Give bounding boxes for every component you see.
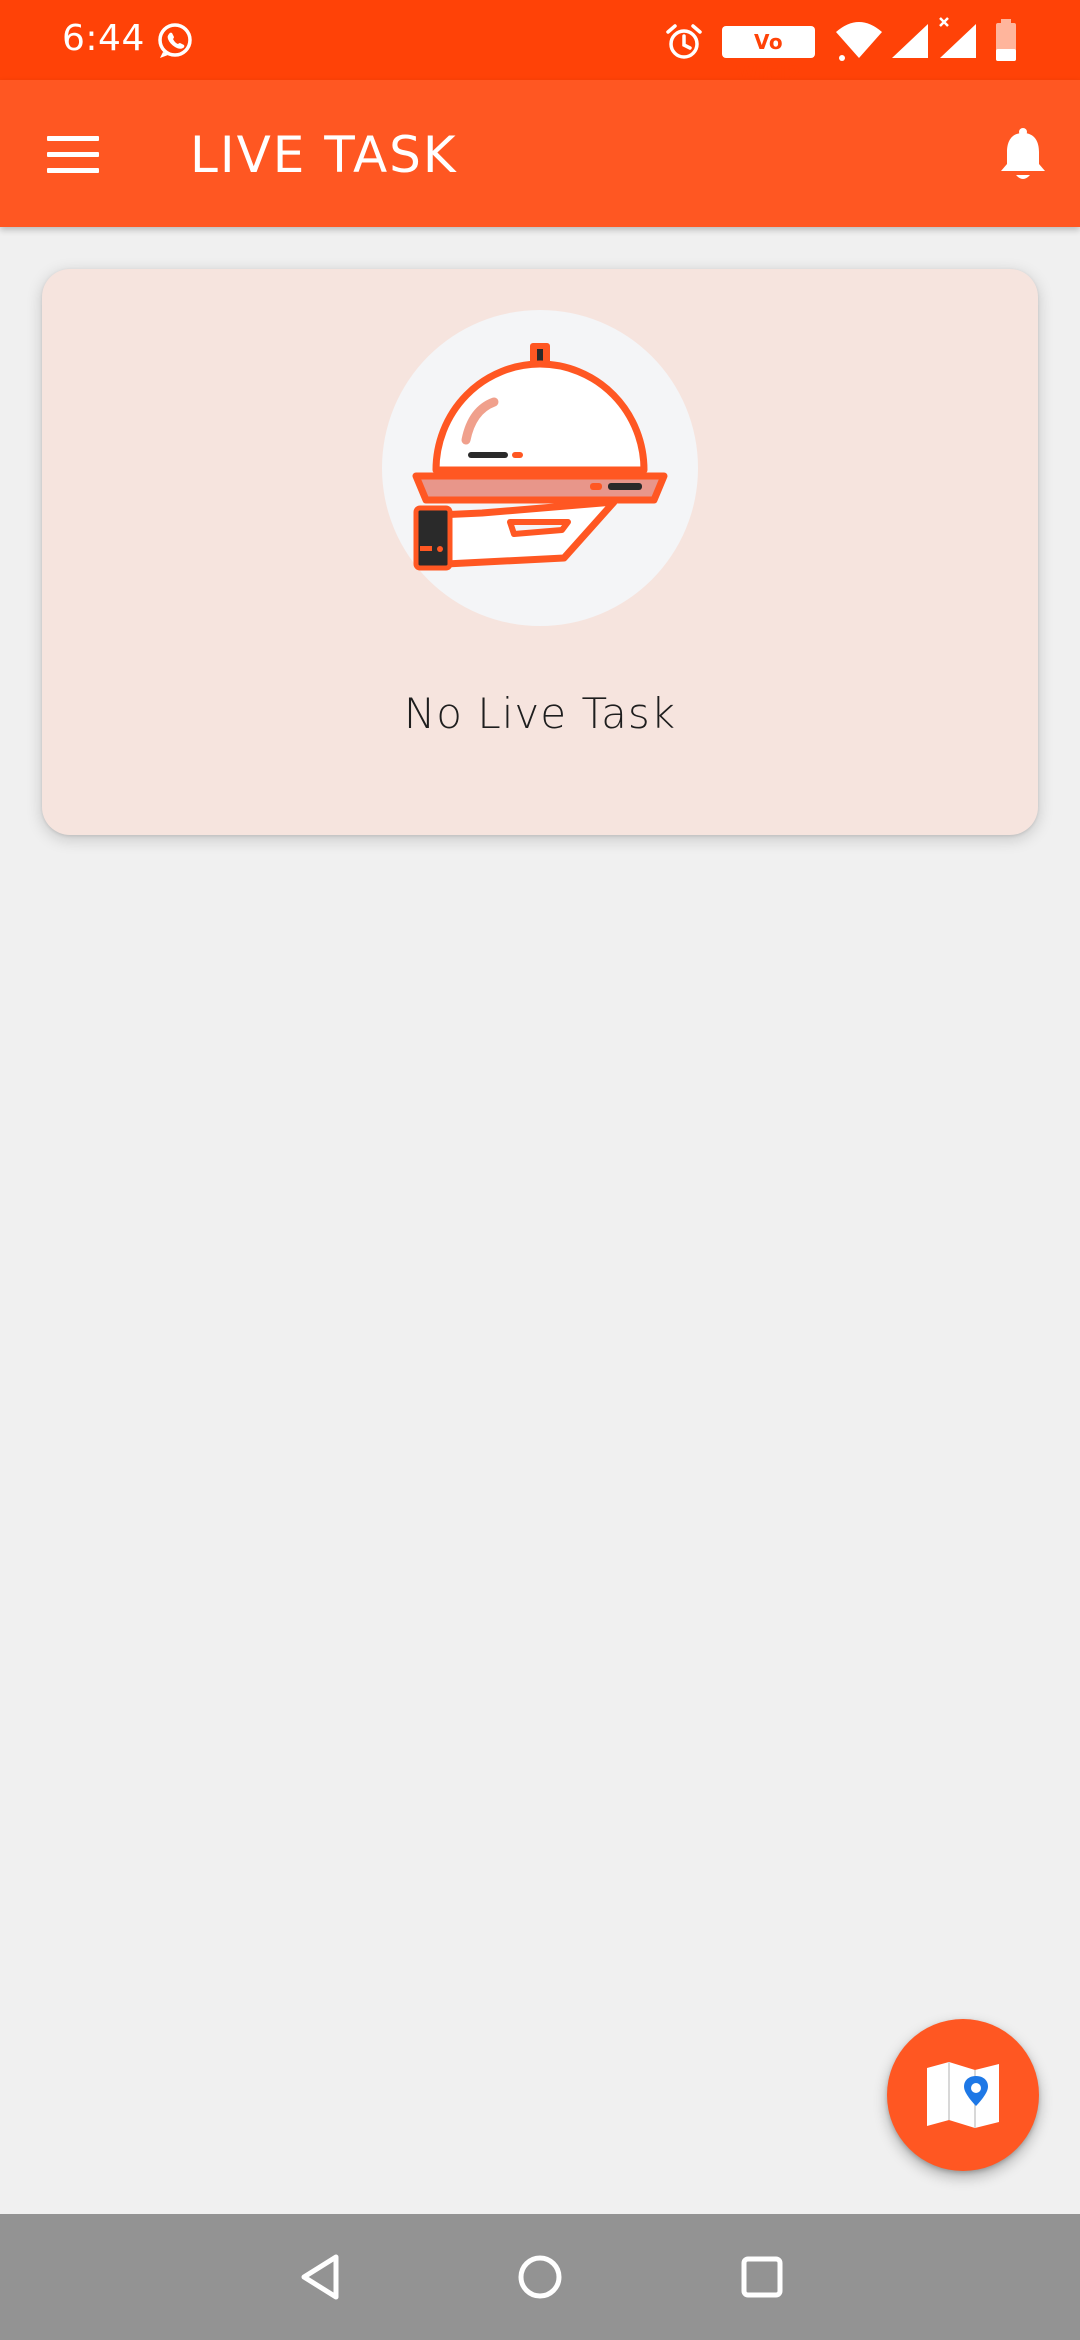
serving-tray-icon [412, 343, 668, 571]
status-bar: 6:44 Vo WiFi2 [0, 0, 1080, 86]
menu-button[interactable] [34, 120, 112, 190]
menu-icon [47, 136, 99, 173]
page-title: LIVE TASK [190, 126, 458, 184]
empty-state-message: No Live Task [403, 689, 677, 738]
alarm-icon [666, 24, 702, 59]
battery-icon [996, 19, 1016, 61]
app-bar: LIVE TASK [0, 80, 1080, 227]
back-icon [301, 2254, 339, 2300]
status-time: 6:44 [62, 18, 145, 59]
illustration-background [382, 310, 698, 626]
home-icon [518, 2255, 562, 2299]
map-fab-button[interactable] [887, 2019, 1039, 2171]
whatsapp-icon [158, 23, 192, 58]
empty-state-card: No Live Task [42, 269, 1038, 835]
recents-button[interactable] [722, 2237, 802, 2317]
signal-x-icon [939, 17, 976, 58]
system-nav-bar [0, 2214, 1080, 2340]
bell-icon [1001, 128, 1045, 179]
back-button[interactable] [280, 2237, 360, 2317]
recents-icon [741, 2256, 783, 2298]
notifications-button[interactable] [986, 118, 1060, 192]
map-pin-icon [927, 2062, 999, 2128]
home-button[interactable] [500, 2237, 580, 2317]
wifi-icon [836, 22, 882, 61]
signal-icon [892, 24, 928, 58]
vowifi-icon: Vo WiFi2 [722, 26, 815, 86]
